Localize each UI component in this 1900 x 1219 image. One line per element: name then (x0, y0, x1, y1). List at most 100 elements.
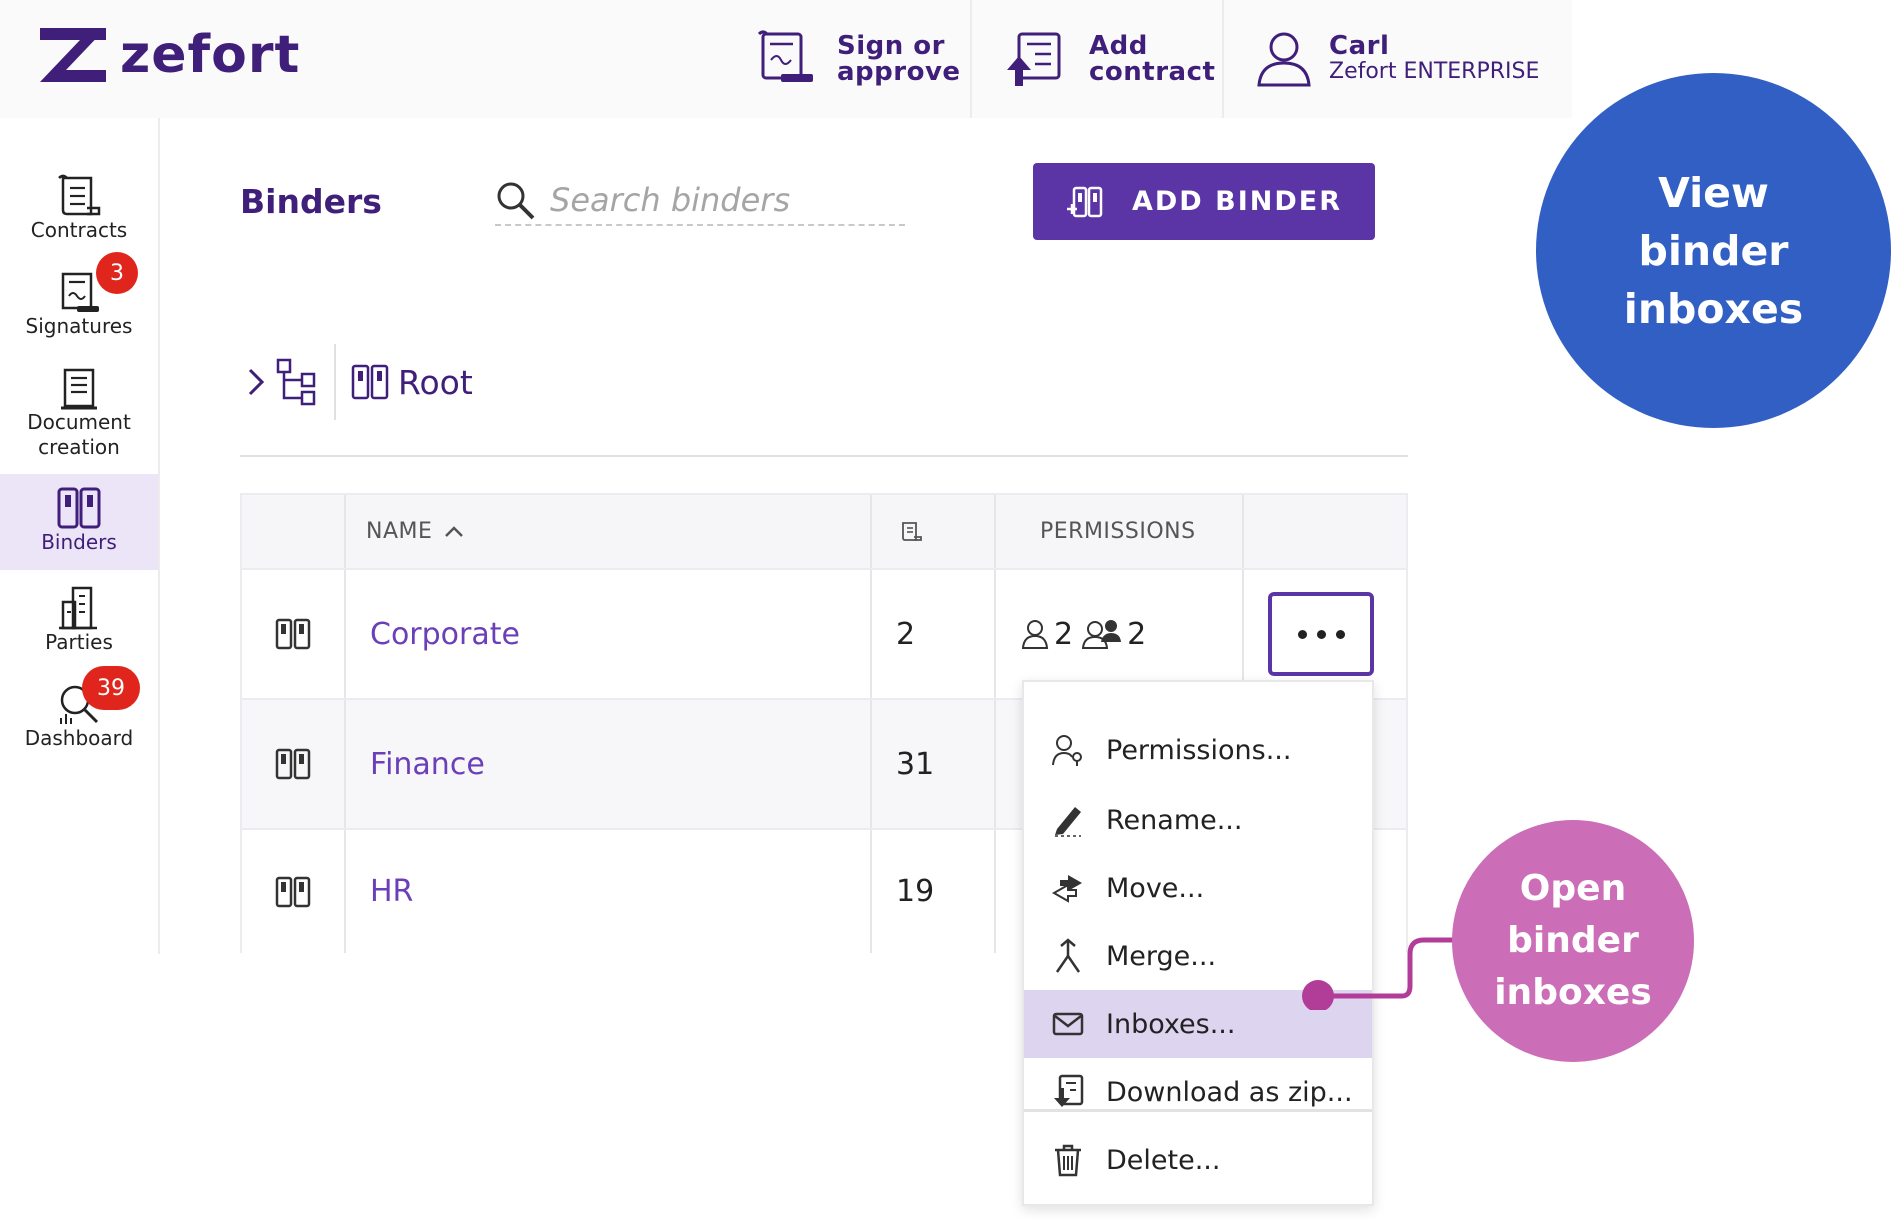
binder-link[interactable]: Finance (370, 747, 485, 782)
sidebar: Contracts Signatures 3 Document creation (0, 118, 160, 954)
download-icon (1054, 1074, 1084, 1107)
contract-count: 31 (896, 746, 935, 782)
add-label-line1: Add (1089, 31, 1148, 61)
signatures-count-badge: 3 (96, 252, 138, 294)
permissions-header: PERMISSIONS (1040, 519, 1196, 544)
menu-item-permissions[interactable]: Permissions... (1024, 716, 1372, 784)
menu-item-delete[interactable]: Delete... (1024, 1126, 1372, 1194)
name-header: NAME (366, 519, 433, 544)
row-icon-cell (242, 700, 346, 828)
trash-icon (1055, 1144, 1081, 1177)
sign-contract-icon (757, 30, 813, 82)
contracts-count-icon (902, 521, 922, 541)
menu-item-move[interactable]: Move... (1024, 854, 1372, 922)
binder-icon (275, 876, 311, 907)
dashboard-count-badge: 39 (82, 666, 140, 710)
document-icon (61, 368, 97, 410)
sidebar-item-label: Signatures (25, 314, 133, 338)
row-name-cell: Corporate (346, 570, 872, 698)
more-actions-button[interactable] (1268, 592, 1374, 676)
zefort-logo[interactable]: zefort (36, 24, 300, 86)
menu-item-label: Download as zip... (1106, 1076, 1353, 1108)
callout-text: View (1658, 168, 1769, 217)
zefort-logo-mark-icon (40, 28, 106, 82)
binder-icon (275, 748, 311, 780)
user-name: Carl (1329, 31, 1390, 61)
signatures-icon (61, 272, 99, 312)
sidebar-item-label: Parties (45, 630, 113, 654)
permissions-icon (1052, 735, 1082, 766)
sign-or-approve-button[interactable]: Sign or approve (755, 0, 970, 118)
search-icon (497, 182, 535, 220)
callout-text: inboxes (1623, 284, 1804, 333)
breadcrumb-divider (334, 344, 336, 420)
menu-item-label: Merge... (1106, 940, 1217, 972)
search-input[interactable] (550, 178, 900, 222)
add-binder-label: ADD BINDER (1132, 186, 1342, 217)
breadcrumb: Root (240, 344, 473, 420)
add-binder-button[interactable]: ADD BINDER (1033, 163, 1375, 240)
sidebar-item-dashboard[interactable]: Dashboard 39 (0, 666, 158, 762)
contract-count: 2 (896, 616, 916, 652)
sidebar-item-binders[interactable]: Binders (0, 474, 158, 570)
sidebar-item-parties[interactable]: Parties (0, 586, 158, 666)
sidebar-item-label: Dashboard (24, 726, 134, 750)
header-cell-permissions: PERMISSIONS (996, 495, 1244, 568)
callout-open-binder-inboxes: Open binder inboxes (1452, 820, 1694, 1062)
breadcrumb-rule (240, 455, 1408, 457)
sidebar-item-contracts[interactable]: Contracts (0, 174, 158, 254)
menu-item-label: Move... (1106, 872, 1205, 904)
brand-name: zefort (120, 25, 301, 85)
user-menu[interactable]: Carl Zefort ENTERPRISE (1255, 0, 1555, 118)
menu-item-label: Rename... (1106, 804, 1243, 836)
user-org: Zefort ENTERPRISE (1329, 59, 1540, 84)
chevron-right-icon[interactable] (240, 362, 270, 402)
binders-icon (57, 487, 101, 529)
upload-contract-icon (1007, 32, 1061, 86)
group-icon (1081, 620, 1122, 649)
sign-label-line1: Sign or (837, 31, 945, 61)
header-divider (970, 0, 972, 118)
menu-item-download-zip[interactable]: Download as zip... (1024, 1058, 1372, 1126)
contracts-icon (58, 174, 101, 216)
callout-text: Open (1519, 868, 1627, 909)
row-count-cell: 19 (872, 830, 996, 953)
menu-divider (1024, 1109, 1372, 1112)
sidebar-item-document-creation[interactable]: Document creation (0, 366, 158, 466)
sort-ascending-icon (445, 525, 464, 537)
row-icon-cell (242, 570, 346, 698)
dot-icon (1297, 629, 1307, 639)
callout-text: inboxes (1494, 972, 1652, 1013)
contract-count: 19 (896, 874, 935, 909)
binder-link[interactable]: Corporate (370, 617, 520, 652)
menu-item-rename[interactable]: Rename... (1024, 786, 1372, 854)
row-name-cell: HR (346, 830, 872, 953)
header-cell-name[interactable]: NAME (346, 495, 872, 568)
sidebar-item-signatures[interactable]: Signatures 3 (0, 252, 158, 350)
page-title: Binders (240, 182, 382, 221)
callout-text: binder (1638, 226, 1789, 275)
table-header: NAME PERMISSIONS (240, 493, 1408, 570)
sidebar-item-label: creation (38, 435, 120, 459)
move-icon (1051, 875, 1082, 903)
header-cell-count[interactable] (872, 495, 996, 568)
tree-view-icon[interactable] (274, 356, 320, 408)
header-cell-actions (1244, 495, 1410, 568)
group-permission-count: 2 (1127, 616, 1147, 652)
breadcrumb-root[interactable]: Root (398, 363, 473, 402)
callout-text: binder (1507, 920, 1639, 961)
envelope-icon (1052, 1012, 1084, 1036)
user-icon (1257, 32, 1311, 87)
menu-item-label: Permissions... (1106, 734, 1292, 766)
top-header: zefort Sign or approve Add contract Carl… (0, 0, 1572, 118)
header-divider (1222, 0, 1224, 118)
merge-icon (1055, 938, 1081, 973)
sign-label-line2: approve (837, 57, 961, 87)
binder-link[interactable]: HR (370, 874, 413, 909)
add-contract-button[interactable]: Add contract (1005, 0, 1220, 118)
sidebar-item-label: Binders (41, 530, 117, 554)
search-box (495, 178, 905, 226)
row-count-cell: 31 (872, 700, 996, 828)
header-cell (242, 495, 346, 568)
user-permission-count: 2 (1054, 616, 1074, 652)
